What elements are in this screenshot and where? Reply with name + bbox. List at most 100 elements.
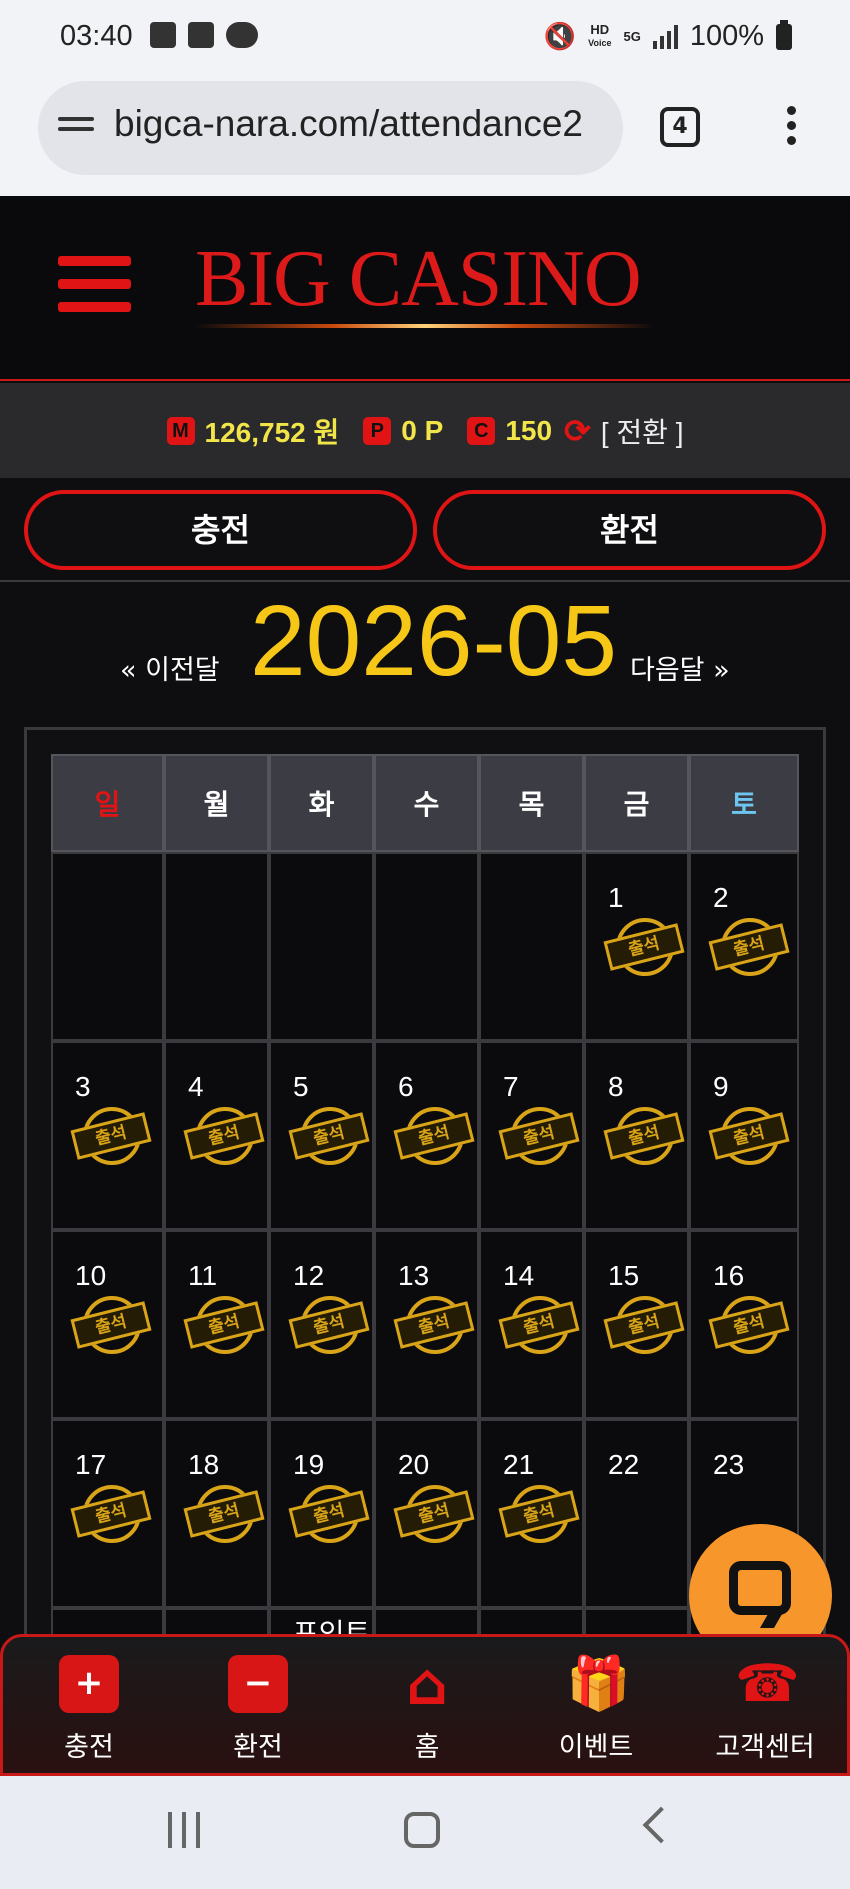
- day-number: 8: [608, 1071, 624, 1102]
- day-number: 11: [188, 1260, 218, 1291]
- calendar-day-cell: 5 출석: [269, 1041, 374, 1230]
- attendance-stamp-icon: 출석: [70, 1483, 152, 1547]
- attendance-stamp-icon: 출석: [708, 1294, 790, 1358]
- calendar-day-cell: 10 출석: [51, 1230, 164, 1419]
- attendance-stamp-icon: 출석: [498, 1105, 580, 1169]
- point-badge-icon: P: [363, 416, 392, 445]
- calendar-day-cell: [479, 852, 584, 1041]
- weekday-header-cell: 월: [164, 754, 269, 852]
- day-number: 10: [75, 1260, 107, 1291]
- bottom-nav-label: 홈: [414, 1732, 440, 1763]
- calendar-day-cell: 1 출석: [584, 852, 689, 1041]
- weekday-header-cell: 금: [584, 754, 689, 852]
- balance-bar: M 126,752 원 P 0 P C 150 ⟳ [ 전환 ]: [0, 383, 850, 478]
- address-bar[interactable]: bigca-nara.com/attendance2: [38, 81, 623, 175]
- attendance-stamp-icon: 출석: [183, 1294, 265, 1358]
- hamburger-menu-icon[interactable]: [58, 256, 131, 325]
- day-number: 21: [503, 1449, 535, 1480]
- attendance-stamp-icon: 출석: [70, 1105, 152, 1169]
- network-5g-icon: 5G: [623, 29, 641, 44]
- gift-icon: 🎁: [566, 1654, 631, 1714]
- calendar-day-cell: 13 출석: [374, 1230, 479, 1419]
- calendar-day-cell: 22: [584, 1419, 689, 1608]
- coin-badge-icon: C: [467, 416, 496, 445]
- calendar-week-row: 17 출석 18 출석 19 출석 20 출석 21 출석 22 23: [51, 1419, 799, 1608]
- battery-percent: 100%: [689, 20, 764, 52]
- bottom-nav-item[interactable]: ☎ 고객센터: [680, 1655, 850, 1764]
- day-number: 4: [188, 1071, 204, 1102]
- mute-icon: 🔇: [543, 21, 577, 51]
- weekday-header-cell: 화: [269, 754, 374, 852]
- system-indicators: 🔇 HD Voice 5G 100%: [543, 19, 792, 53]
- calendar-day-cell: 18 출석: [164, 1419, 269, 1608]
- weekday-header: 일월화수목금토: [51, 754, 799, 852]
- weekday-header-cell: 목: [479, 754, 584, 852]
- next-month-link[interactable]: 다음달 »: [630, 648, 730, 687]
- bottom-nav-item[interactable]: − 환전: [173, 1655, 343, 1764]
- charge-button[interactable]: 충전: [24, 490, 417, 570]
- attendance-stamp-icon: 출석: [708, 1105, 790, 1169]
- day-number: 3: [75, 1071, 91, 1102]
- day-number: 6: [398, 1071, 414, 1102]
- phone-icon: ☎: [735, 1654, 800, 1714]
- bottom-navigation: + 충전 − 환전 ⌂ 홈 🎁 이벤트 ☎ 고객센터: [0, 1634, 850, 1776]
- money-badge-icon: M: [166, 416, 195, 445]
- attendance-stamp-icon: 출석: [183, 1483, 265, 1547]
- signal-icon: [652, 24, 678, 49]
- day-number: 13: [398, 1260, 430, 1291]
- calendar-day-cell: 4 출석: [164, 1041, 269, 1230]
- calendar-day-cell: 2 출석: [689, 852, 799, 1041]
- status-bar: 03:40 🔇 HD Voice 5G 100%: [0, 0, 850, 78]
- calendar-day-cell: 12 출석: [269, 1230, 374, 1419]
- money-balance: 126,752 원: [204, 416, 340, 448]
- chat-bubble-icon: [729, 1561, 791, 1615]
- day-number: 7: [503, 1071, 519, 1102]
- day-number: 14: [503, 1260, 535, 1291]
- calendar-day-cell: 7 출석: [479, 1041, 584, 1230]
- bottom-nav-label: 이벤트: [558, 1732, 634, 1763]
- browser-toolbar: bigca-nara.com/attendance2 4: [0, 78, 850, 196]
- calendar-day-cell: [269, 852, 374, 1041]
- logo-underline: [195, 324, 655, 328]
- calendar-day-cell: [374, 852, 479, 1041]
- attendance-stamp-icon: 출석: [288, 1483, 370, 1547]
- day-number: 17: [75, 1449, 107, 1480]
- recent-apps-icon[interactable]: [168, 1812, 200, 1848]
- prev-month-link[interactable]: « 이전달: [120, 648, 220, 687]
- calendar-week-row: 1 출석 2 출석: [51, 852, 799, 1041]
- calendar-day-cell: [51, 852, 164, 1041]
- url-text[interactable]: bigca-nara.com/attendance2: [114, 103, 614, 145]
- calendar-day-cell: 19 출석: [269, 1419, 374, 1608]
- calendar-day-cell: 11 출석: [164, 1230, 269, 1419]
- site-settings-icon[interactable]: [58, 111, 94, 145]
- calendar-day-cell: 9 출석: [689, 1041, 799, 1230]
- more-menu-icon[interactable]: [787, 106, 799, 151]
- back-icon[interactable]: [642, 1806, 680, 1844]
- tab-switcher-button[interactable]: 4: [660, 107, 700, 147]
- month-navigation: « 이전달 2026-05 다음달 »: [0, 584, 850, 724]
- calendar-day-cell: 17 출석: [51, 1419, 164, 1608]
- day-number: 15: [608, 1260, 640, 1291]
- calendar-day-cell: 6 출석: [374, 1041, 479, 1230]
- day-number: 23: [713, 1449, 745, 1480]
- gallery-icon: [188, 22, 214, 48]
- site-logo[interactable]: BIG CASINO: [195, 234, 642, 325]
- attendance-stamp-icon: 출석: [498, 1483, 580, 1547]
- bottom-nav-item[interactable]: + 충전: [4, 1655, 174, 1764]
- android-navigation-bar: [0, 1776, 850, 1889]
- calendar-grid: 일월화수목금토 1 출석 2 출석 3 출석 4 출석 5 출석 6 출석 7 출석 8 출석 9 출석 10 출석 1…: [51, 754, 799, 1644]
- day-number: 20: [398, 1449, 430, 1480]
- switch-link[interactable]: [ 전환 ]: [601, 411, 684, 451]
- refresh-icon[interactable]: ⟳: [564, 412, 591, 450]
- bottom-nav-item[interactable]: ⌂ 홈: [342, 1655, 512, 1764]
- day-number: 2: [713, 882, 729, 913]
- calendar-day-cell: [164, 852, 269, 1041]
- calendar-day-cell: 3 출석: [51, 1041, 164, 1230]
- exchange-button[interactable]: 환전: [433, 490, 826, 570]
- bottom-nav-item[interactable]: 🎁 이벤트: [511, 1655, 681, 1764]
- calendar-week-row: 10 출석 11 출석 12 출석 13 출석 14 출석 15 출석 16 출석: [51, 1230, 799, 1419]
- attendance-stamp-icon: 출석: [288, 1294, 370, 1358]
- attendance-stamp-icon: 출석: [603, 1105, 685, 1169]
- current-month: 2026-05: [250, 585, 617, 697]
- android-home-icon[interactable]: [404, 1812, 440, 1848]
